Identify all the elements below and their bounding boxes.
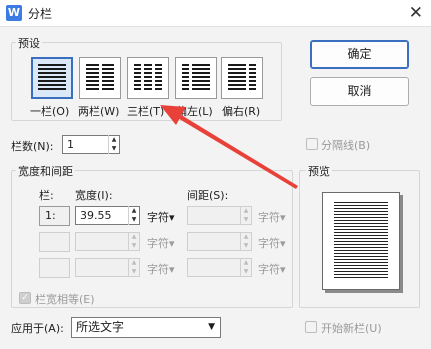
new-column-checkbox — [305, 321, 317, 333]
preset-left-label: 偏左(L) — [176, 105, 213, 118]
separator-label: 分隔线(B) — [321, 139, 371, 152]
close-icon[interactable]: ✕ — [409, 3, 423, 23]
window-title: 分栏 — [28, 7, 53, 21]
preset-three-columns[interactable] — [127, 57, 169, 99]
equal-width-label: 栏宽相等(E) — [35, 293, 95, 306]
column-count-label: 栏数(N): — [11, 140, 54, 153]
spacing-header: 间距(S): — [187, 189, 229, 202]
preset-left[interactable] — [175, 57, 217, 99]
new-column-label: 开始新栏(U) — [321, 322, 382, 335]
title-bar: W 分栏 ✕ — [0, 0, 431, 27]
width-unit-3: 字符▾ — [147, 263, 175, 276]
preset-one-column[interactable] — [31, 57, 73, 99]
ok-button[interactable]: 确定 — [310, 40, 409, 69]
spacing-unit-3: 字符▾ — [258, 263, 286, 276]
apply-to-select[interactable]: 所选文字 ▼ — [71, 317, 221, 338]
width-spacing-group-label: 宽度和间距 — [16, 163, 75, 179]
preset-one-column-label: 一栏(O) — [30, 105, 70, 118]
column-count-stepper[interactable]: ▲ ▼ — [108, 135, 119, 154]
col-header: 栏: — [39, 189, 54, 202]
preset-right[interactable] — [221, 57, 263, 99]
preset-two-columns[interactable] — [79, 57, 121, 99]
spacing-unit-1: 字符▾ — [258, 211, 286, 224]
preview-group-label: 预览 — [306, 163, 332, 179]
preset-two-columns-label: 两栏(W) — [78, 105, 120, 118]
equal-width-checkbox: ✓ — [19, 292, 31, 304]
spacing-stepper-1: ▲ ▼ — [240, 206, 251, 225]
spacing-stepper-2: ▲ ▼ — [240, 232, 251, 251]
spacing-stepper-3: ▲ ▼ — [240, 258, 251, 277]
spacing-unit-2: 字符▾ — [258, 237, 286, 250]
separator-checkbox[interactable] — [306, 138, 318, 150]
chevron-down-icon: ▼ — [208, 322, 215, 332]
width-header: 宽度(I): — [75, 189, 113, 202]
width-unit-1[interactable]: 字符▾ — [147, 209, 175, 225]
column-index-1: 1: — [39, 206, 70, 226]
width-stepper-1[interactable]: ▲ ▼ — [128, 206, 139, 225]
preset-group-label: 预设 — [16, 35, 42, 51]
column-index-2 — [39, 232, 70, 252]
apply-to-label: 应用于(A): — [11, 322, 64, 335]
width-unit-2: 字符▾ — [147, 237, 175, 250]
preview-page — [322, 192, 400, 290]
preset-three-columns-label: 三栏(T) — [127, 105, 165, 118]
column-index-3 — [39, 258, 70, 278]
apply-to-value: 所选文字 — [76, 320, 125, 334]
cancel-button[interactable]: 取消 — [310, 77, 409, 106]
preset-right-label: 偏右(R) — [222, 105, 261, 118]
width-stepper-3: ▲ ▼ — [128, 258, 139, 277]
width-stepper-2: ▲ ▼ — [128, 232, 139, 251]
wps-writer-icon: W — [6, 5, 22, 21]
